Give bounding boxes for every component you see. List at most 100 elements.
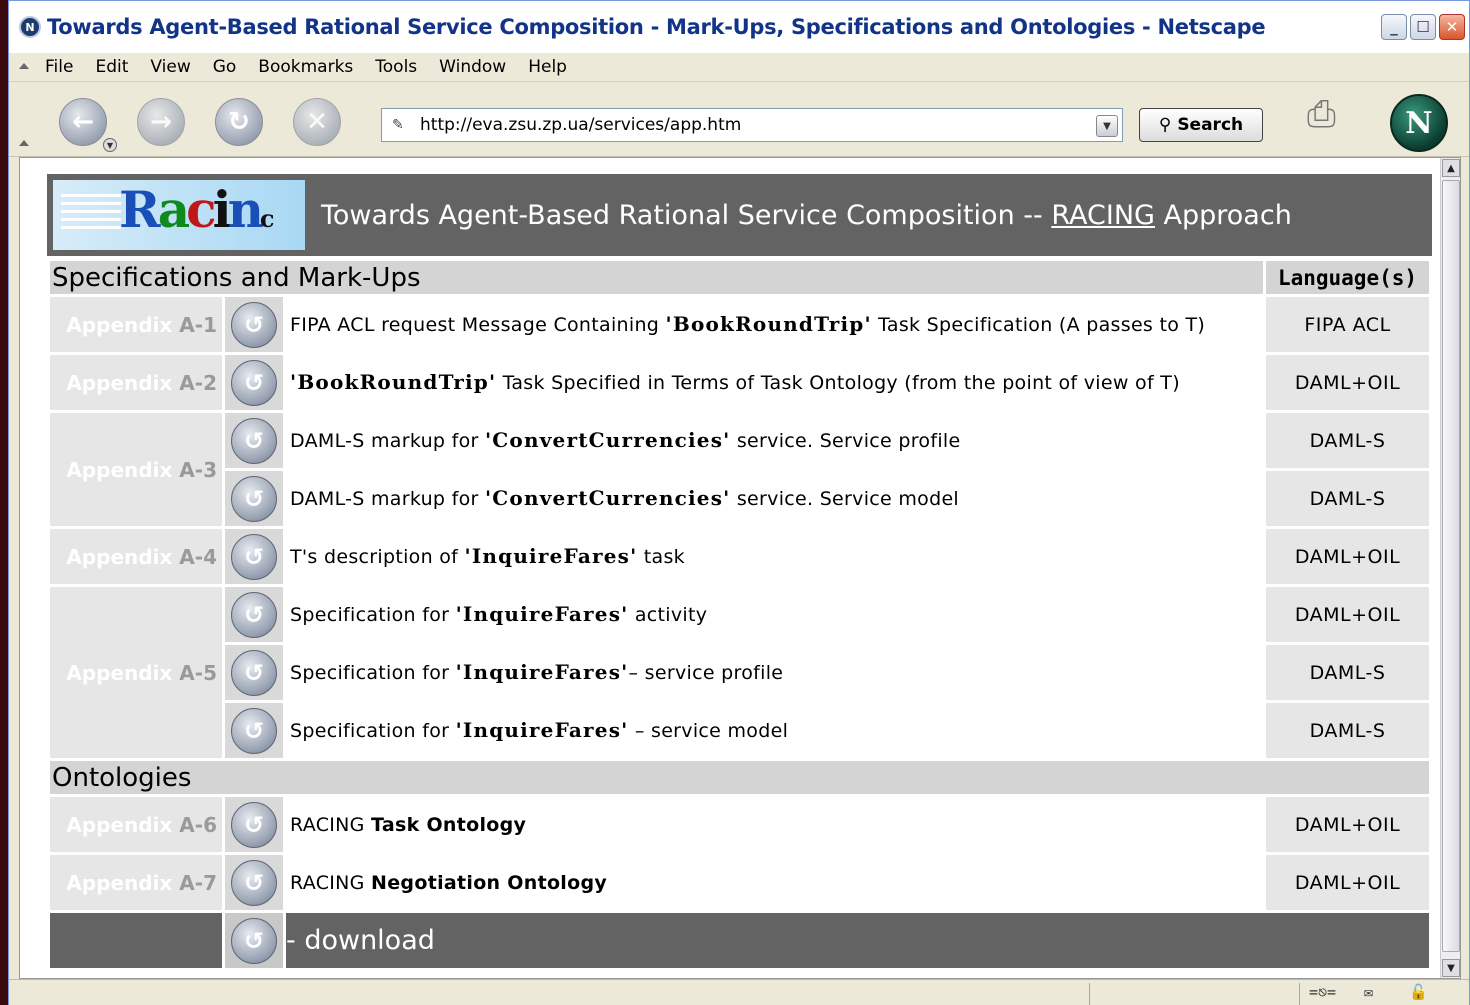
table-row: Appendix A-4 ↺ T's description of 'Inqui…	[50, 529, 1429, 584]
close-button[interactable]: ✕	[1439, 14, 1465, 40]
mail-icon[interactable]: ✉	[1364, 983, 1373, 1005]
table-row: Appendix A-5 ↺ Specification for 'Inquir…	[50, 587, 1429, 758]
row-language: DAML-S	[1266, 703, 1429, 758]
search-button-label: Search	[1177, 115, 1244, 135]
page-header: Racinc Towards Agent-Based Rational Serv…	[47, 174, 1432, 256]
row-language: DAML+OIL	[1266, 529, 1429, 584]
open-link-icon[interactable]: ↺	[231, 801, 277, 848]
section-header-ontologies: Ontologies	[50, 761, 1429, 794]
toolbar-grip-icon[interactable]	[19, 140, 29, 146]
language-column-header: Language(s)	[1266, 261, 1429, 294]
navigation-toolbar: ← ▼ → ↻ ✕ ✎ http://eva.zsu.zp.ua/service…	[9, 81, 1469, 157]
row-language: DAML+OIL	[1266, 797, 1429, 852]
row-language: DAML+OIL	[1266, 587, 1429, 642]
row-description: Specification for 'InquireFares' activit…	[286, 587, 1263, 642]
back-history-dropdown-icon[interactable]: ▼	[103, 138, 117, 152]
row-language: DAML-S	[1266, 413, 1429, 468]
open-link-icon[interactable]: ↺	[231, 359, 277, 406]
page-content: Racinc Towards Agent-Based Rational Serv…	[19, 157, 1461, 979]
download-row: ↺ - download	[50, 913, 1429, 968]
url-text[interactable]: http://eva.zsu.zp.ua/services/app.htm	[420, 115, 741, 135]
menu-bookmarks[interactable]: Bookmarks	[258, 57, 353, 77]
section-header-spec: Specifications and Mark-Ups Language(s)	[50, 261, 1429, 294]
row-description: DAML-S markup for 'ConvertCurrencies' se…	[286, 471, 1263, 526]
forward-button[interactable]: →	[137, 98, 185, 146]
appendix-label: Appendix A-3	[50, 413, 222, 526]
print-icon[interactable]: ⎙	[1307, 94, 1355, 138]
open-link-icon[interactable]: ↺	[231, 859, 277, 906]
row-description: 'BookRoundTrip' Task Specified in Terms …	[286, 355, 1263, 410]
menu-bar: File Edit View Go Bookmarks Tools Window…	[9, 53, 1469, 81]
back-button[interactable]: ←	[59, 98, 107, 146]
row-description: FIPA ACL request Message Containing 'Boo…	[286, 297, 1263, 352]
appendix-label: Appendix A-2	[50, 355, 222, 410]
section-title-ontologies: Ontologies	[50, 761, 1429, 794]
row-language: DAML-S	[1266, 471, 1429, 526]
menu-window[interactable]: Window	[439, 57, 506, 77]
scroll-down-icon[interactable]: ▼	[1442, 959, 1460, 977]
netscape-throbber-icon[interactable]: N	[1390, 94, 1448, 152]
page-title: Towards Agent-Based Rational Service Com…	[321, 199, 1292, 231]
appendix-table: Specifications and Mark-Ups Language(s) …	[47, 258, 1432, 971]
row-description: T's description of 'InquireFares' task	[286, 529, 1263, 584]
open-link-icon[interactable]: ↺	[231, 301, 277, 348]
menu-file[interactable]: File	[45, 57, 73, 77]
open-link-icon[interactable]: ↺	[231, 475, 277, 522]
reload-icon: ↻	[228, 107, 250, 137]
scroll-up-icon[interactable]: ▲	[1442, 159, 1460, 177]
url-bar[interactable]: ✎ http://eva.zsu.zp.ua/services/app.htm …	[381, 108, 1123, 142]
table-row: ↺ DAML-S markup for 'ConvertCurrencies' …	[50, 471, 1429, 526]
row-language: FIPA ACL	[1266, 297, 1429, 352]
security-lock-icon[interactable]: 🔓	[1409, 983, 1428, 1005]
row-description: RACING Negotiation Ontology	[286, 855, 1263, 910]
row-description: DAML-S markup for 'ConvertCurrencies' se…	[286, 413, 1263, 468]
maximize-button[interactable]: ☐	[1410, 14, 1436, 40]
open-link-icon[interactable]: ↺	[231, 591, 277, 638]
row-language: DAML+OIL	[1266, 855, 1429, 910]
menu-edit[interactable]: Edit	[95, 57, 128, 77]
appendix-label: Appendix A-1	[50, 297, 222, 352]
vertical-scrollbar[interactable]: ▲ ▼	[1440, 158, 1460, 978]
menu-tools[interactable]: Tools	[375, 57, 417, 77]
search-button[interactable]: ⚲ Search	[1139, 108, 1263, 142]
back-arrow-icon: ←	[72, 107, 94, 137]
open-link-icon[interactable]: ↺	[231, 649, 277, 696]
stop-icon: ✕	[306, 107, 328, 137]
racing-link[interactable]: RACING	[1051, 200, 1155, 231]
row-language: DAML-S	[1266, 645, 1429, 700]
title-bar: N Towards Agent-Based Rational Service C…	[9, 1, 1469, 53]
table-row: Appendix A-2 ↺ 'BookRoundTrip' Task Spec…	[50, 355, 1429, 410]
status-bar: =⎋= ✉ 🔓	[9, 979, 1469, 1005]
download-link[interactable]: - download	[286, 913, 1429, 968]
row-description: Specification for 'InquireFares'– servic…	[286, 645, 1263, 700]
stop-button[interactable]: ✕	[293, 98, 341, 146]
appendix-label: Appendix A-5	[50, 587, 222, 758]
appendix-label: Appendix A-6	[50, 797, 222, 852]
table-row: Appendix A-7 ↺ RACING Negotiation Ontolo…	[50, 855, 1429, 910]
open-link-icon[interactable]: ↺	[231, 417, 277, 464]
window-title: Towards Agent-Based Rational Service Com…	[47, 15, 1266, 39]
row-description: Specification for 'InquireFares' – servi…	[286, 703, 1263, 758]
browser-window: N Towards Agent-Based Rational Service C…	[8, 0, 1470, 1005]
table-row: Appendix A-3 ↺ DAML-S markup for 'Conver…	[50, 413, 1429, 526]
menu-view[interactable]: View	[150, 57, 190, 77]
menu-help[interactable]: Help	[528, 57, 567, 77]
section-title-spec: Specifications and Mark-Ups	[50, 261, 1263, 294]
page-icon: ✎	[392, 117, 404, 133]
toolbar-grip-icon[interactable]	[19, 63, 29, 69]
search-icon: ⚲	[1158, 115, 1172, 135]
open-link-icon[interactable]: ↺	[231, 707, 277, 754]
netscape-icon[interactable]: N	[19, 16, 41, 38]
reload-button[interactable]: ↻	[215, 98, 263, 146]
appendix-label: Appendix A-4	[50, 529, 222, 584]
menu-go[interactable]: Go	[213, 57, 237, 77]
connection-icon[interactable]: =⎋=	[1309, 983, 1336, 1005]
download-icon[interactable]: ↺	[231, 917, 277, 964]
minimize-button[interactable]: _	[1381, 14, 1407, 40]
url-dropdown-icon[interactable]: ▼	[1096, 115, 1118, 137]
table-row: Appendix A-1 ↺ FIPA ACL request Message …	[50, 297, 1429, 352]
table-row: Appendix A-6 ↺ RACING Task Ontology DAML…	[50, 797, 1429, 852]
scrollbar-thumb[interactable]	[1442, 180, 1460, 952]
open-link-icon[interactable]: ↺	[231, 533, 277, 580]
row-language: DAML+OIL	[1266, 355, 1429, 410]
